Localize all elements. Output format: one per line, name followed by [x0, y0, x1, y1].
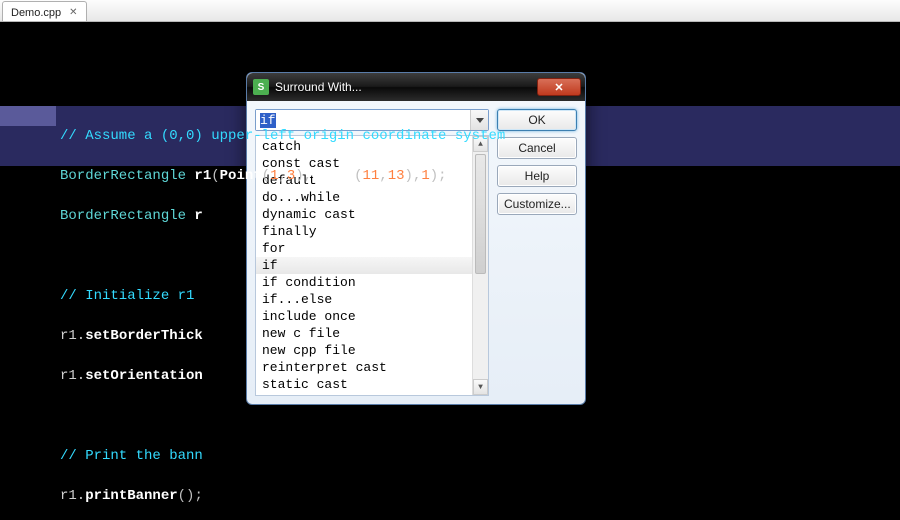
file-tab-label: Demo.cpp [11, 7, 61, 19]
close-icon[interactable]: ✕ [67, 7, 79, 18]
code-number: 13 [388, 168, 405, 184]
code-type: Point [220, 168, 262, 184]
code-number: 11 [363, 168, 380, 184]
code-func: printBanner [85, 488, 177, 504]
code-punct: , [379, 168, 387, 184]
code-punct: (); [178, 488, 203, 504]
code-punct: ( [262, 168, 270, 184]
dialog-title: Surround With... [275, 80, 531, 94]
dialog-icon-letter: S [258, 82, 265, 93]
code-punct: ), [295, 168, 312, 184]
dialog-icon: S [253, 79, 269, 95]
code-ident: r1. [60, 368, 85, 384]
code-func: setOrientation [85, 368, 203, 384]
code-ident: r [194, 208, 202, 224]
code-punct: ); [430, 168, 447, 184]
code-comment: // Initialize r1 [60, 288, 203, 304]
code-ident: r1. [60, 328, 85, 344]
code-func: setBorderThick [85, 328, 203, 344]
code-type: BorderRectangle [60, 168, 194, 184]
file-tab[interactable]: Demo.cpp ✕ [2, 1, 87, 21]
tab-bar: Demo.cpp ✕ [0, 0, 900, 22]
code-type: Point [312, 168, 354, 184]
close-button[interactable]: ✕ [537, 78, 581, 96]
gutter-highlight [0, 106, 56, 126]
code-punct: ( [211, 168, 219, 184]
code-punct: ), [405, 168, 422, 184]
ide-window: Demo.cpp ✕ // Assume a (0,0) upper-left … [0, 0, 900, 520]
code-ident: r1. [60, 488, 85, 504]
dialog-titlebar[interactable]: S Surround With... ✕ [247, 73, 585, 101]
code-content: // Assume a (0,0) upper-left origin coor… [60, 106, 900, 520]
code-comment: // Print the bann [60, 448, 203, 464]
code-number: 1 [421, 168, 429, 184]
code-type: BorderRectangle [60, 208, 194, 224]
code-punct: , [278, 168, 286, 184]
code-comment: // Assume a (0,0) upper-left origin coor… [60, 128, 505, 144]
code-ident: r1 [194, 168, 211, 184]
code-punct: ( [354, 168, 362, 184]
